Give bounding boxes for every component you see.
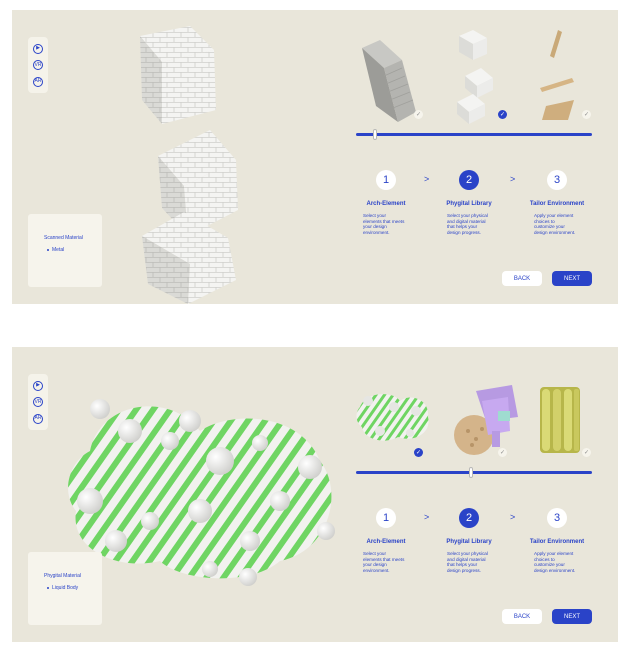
slider-handle[interactable]	[373, 129, 377, 140]
progress-slider[interactable]	[356, 133, 592, 136]
step-1-title: Arch-Element	[366, 201, 406, 207]
thumb-material-3[interactable]	[536, 383, 584, 457]
step-1-number[interactable]: 1	[376, 170, 396, 190]
material-item: Metal	[44, 247, 102, 253]
ar-icon[interactable]: AR	[33, 413, 43, 424]
material-title: Scanned Material	[44, 235, 83, 241]
chevron-right-icon: >	[510, 512, 516, 522]
step-2-desc: Select your physical and digital materia…	[447, 213, 488, 235]
chevron-right-icon: >	[510, 174, 516, 184]
thumb-check-3[interactable]: ✓	[582, 110, 591, 119]
step-1-desc: Select your elements that meets your des…	[363, 213, 405, 235]
step-1-number[interactable]: 1	[376, 508, 396, 528]
step-3-title: Tailor Environment	[529, 201, 585, 207]
thumb-arch-element-2[interactable]	[455, 28, 499, 124]
screen-panel-phygital: ▶ VR AR Phygital Material Liquid Body ✓ …	[12, 347, 618, 642]
material-info-card: Scanned Material Metal	[28, 214, 102, 287]
play-icon[interactable]: ▶	[33, 380, 43, 391]
thumb-check-2[interactable]: ✓	[498, 110, 507, 119]
step-3-number[interactable]: 3	[547, 170, 567, 190]
step-2-title: Phygital Library	[446, 201, 492, 207]
screen-panel-arch: ▶ VR AR Scanned Material Metal ✓ ✓ ✓ 1 >…	[12, 10, 618, 304]
material-info-card: Phygital Material Liquid Body	[28, 552, 102, 625]
thumb-arch-element-3[interactable]	[534, 28, 584, 120]
vr-icon[interactable]: VR	[33, 397, 43, 407]
next-button[interactable]: NEXT	[552, 609, 592, 624]
vr-icon[interactable]: VR	[33, 60, 43, 70]
thumb-check-1[interactable]: ✓	[414, 110, 423, 119]
step-2-number[interactable]: 2	[459, 508, 479, 528]
view-toolbar: ▶ VR AR	[28, 37, 48, 93]
thumb-material-1[interactable]	[354, 387, 432, 445]
step-3-desc: Apply your element choices to customize …	[534, 213, 576, 235]
step-2-title: Phygital Library	[446, 539, 492, 545]
next-button[interactable]: NEXT	[552, 271, 592, 286]
step-1-title: Arch-Element	[366, 539, 406, 545]
material-item: Liquid Body	[44, 585, 102, 591]
step-3-number[interactable]: 3	[547, 508, 567, 528]
step-3-desc: Apply your element choices to customize …	[534, 551, 576, 573]
step-2-number[interactable]: 2	[459, 170, 479, 190]
back-button[interactable]: BACK	[502, 271, 542, 286]
step-1-desc: Select your elements that meets your des…	[363, 551, 405, 573]
thumb-material-2[interactable]	[452, 381, 522, 459]
play-icon[interactable]: ▶	[33, 43, 43, 54]
thumb-check-3[interactable]: ✓	[582, 448, 591, 457]
back-button[interactable]: BACK	[502, 609, 542, 624]
hero-liquid-body	[68, 399, 335, 586]
thumb-arch-element-1[interactable]	[358, 36, 422, 124]
chevron-right-icon: >	[424, 174, 430, 184]
material-title: Phygital Material	[44, 573, 81, 579]
ar-icon[interactable]: AR	[33, 76, 43, 87]
step-3-title: Tailor Environment	[529, 539, 585, 545]
view-toolbar: ▶ VR AR	[28, 374, 48, 430]
slider-handle[interactable]	[469, 467, 473, 478]
chevron-right-icon: >	[424, 512, 430, 522]
thumb-check-2[interactable]: ✓	[498, 448, 507, 457]
progress-slider[interactable]	[356, 471, 592, 474]
thumb-check-1[interactable]: ✓	[414, 448, 423, 457]
step-2-desc: Select your physical and digital materia…	[447, 551, 488, 573]
hero-brick-cubes	[140, 26, 238, 304]
